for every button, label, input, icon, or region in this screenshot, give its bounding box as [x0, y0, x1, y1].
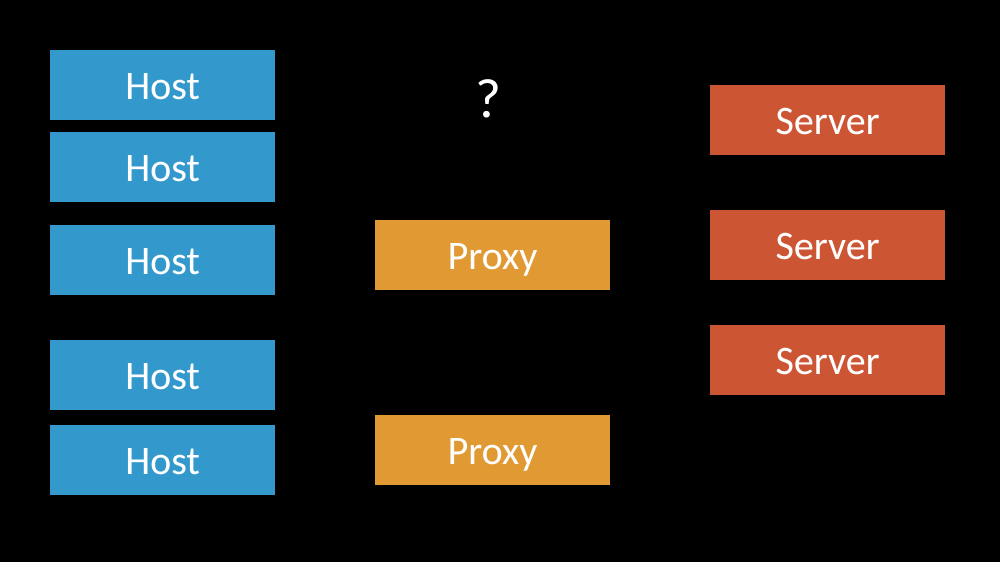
- question-mark-label: ?: [475, 65, 501, 133]
- server-box: Server: [710, 85, 945, 155]
- host-box: Host: [50, 50, 275, 120]
- host-box: Host: [50, 425, 275, 495]
- server-box: Server: [710, 210, 945, 280]
- proxy-box: Proxy: [375, 415, 610, 485]
- proxy-box: Proxy: [375, 220, 610, 290]
- host-box: Host: [50, 340, 275, 410]
- host-box: Host: [50, 225, 275, 295]
- server-box: Server: [710, 325, 945, 395]
- host-box: Host: [50, 132, 275, 202]
